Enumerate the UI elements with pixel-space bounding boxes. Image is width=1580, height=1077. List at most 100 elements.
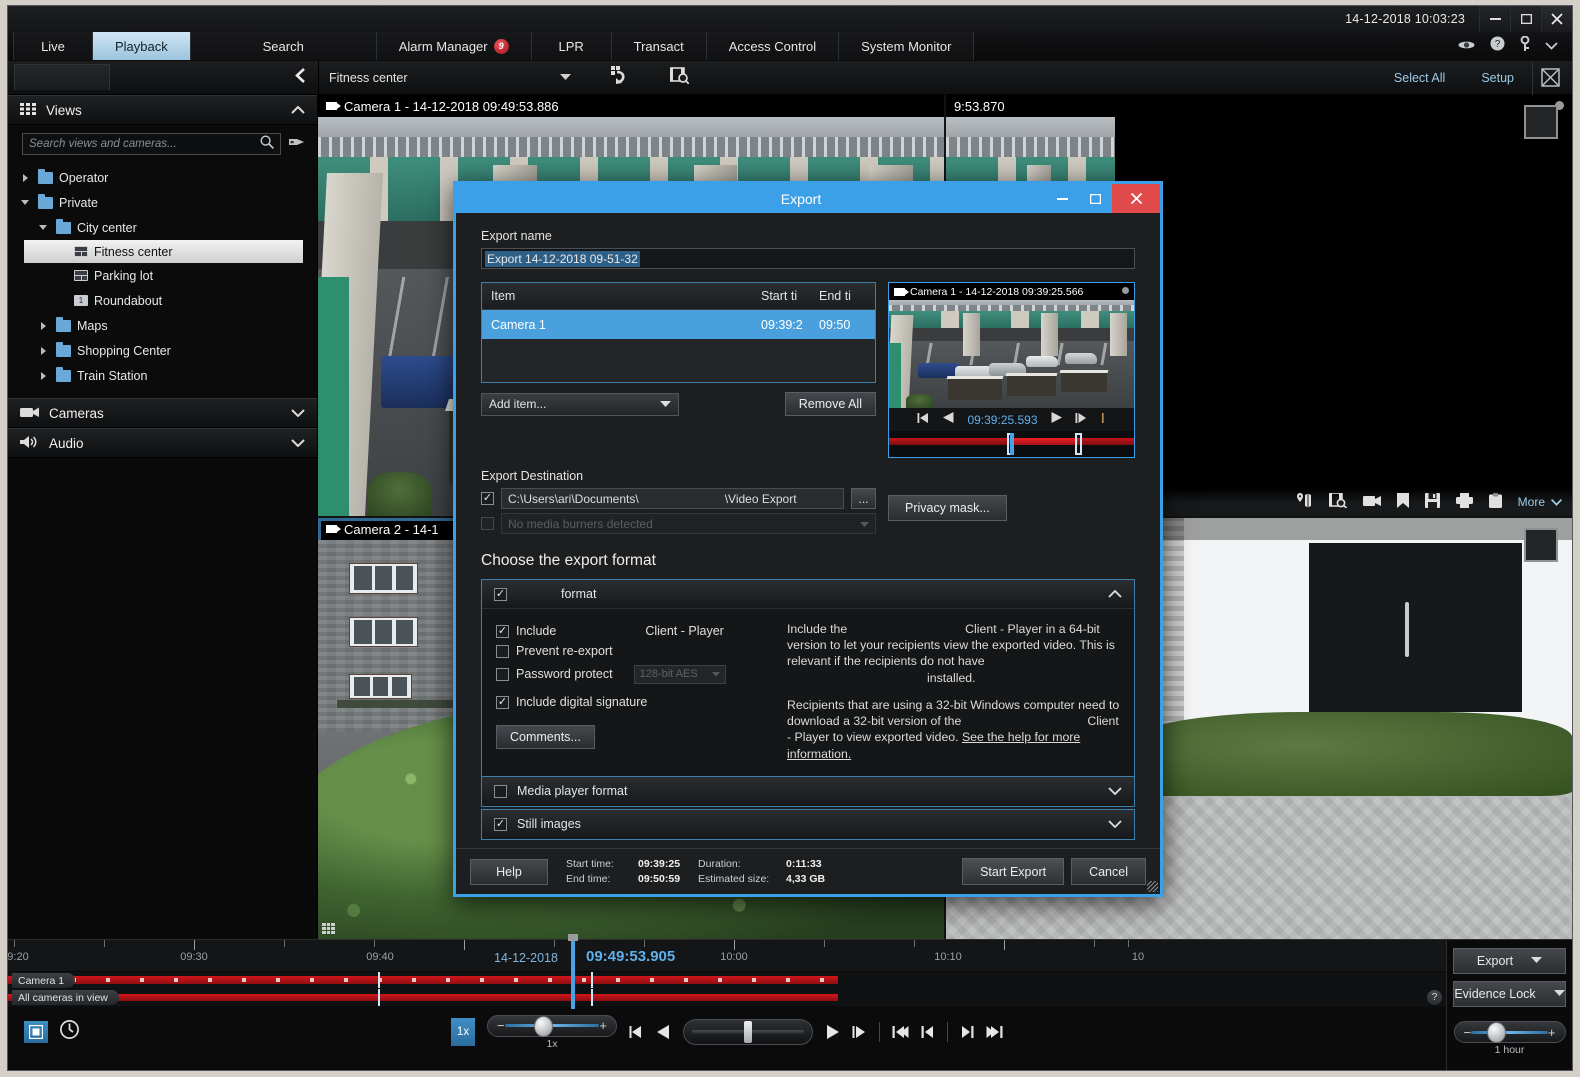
tab-access-control[interactable]: Access Control <box>707 32 839 60</box>
play-button[interactable] <box>825 1024 840 1040</box>
preview-timeline[interactable] <box>889 431 1134 457</box>
save-icon[interactable] <box>1425 493 1440 511</box>
destination-checkbox[interactable] <box>481 492 494 505</box>
timeline-ruler[interactable]: 9:20 09:30 09:40 14-12-2018 09:49:53.905… <box>8 940 1446 972</box>
media-player-checkbox[interactable] <box>494 785 507 798</box>
help-icon[interactable]: ? <box>1490 36 1505 56</box>
privacy-mask-button[interactable]: Privacy mask... <box>888 495 1007 521</box>
jog-knob[interactable] <box>744 1021 752 1043</box>
play-reverse-button[interactable] <box>942 411 955 429</box>
evidence-lock-button[interactable]: Evidence Lock <box>1453 981 1566 1007</box>
record-icon[interactable] <box>1363 495 1381 510</box>
chevron-down-icon[interactable] <box>1108 817 1122 831</box>
chevron-down-icon[interactable] <box>1108 784 1122 798</box>
expand-arrow-icon[interactable] <box>36 372 50 380</box>
prevent-reexport-checkbox[interactable] <box>496 645 509 658</box>
preview-selection-end[interactable] <box>1075 433 1082 455</box>
speed-slider[interactable]: − + <box>487 1015 617 1037</box>
help-button[interactable]: Help <box>470 859 548 885</box>
chevron-down-icon[interactable] <box>291 406 305 420</box>
chevron-down-icon[interactable] <box>1545 37 1558 55</box>
next-sequence-button[interactable] <box>960 1025 974 1039</box>
view-name-dropdown[interactable]: Fitness center <box>329 71 579 85</box>
tree-item-private[interactable]: Private <box>8 190 317 215</box>
timeline-selection[interactable] <box>378 989 593 1006</box>
maximize-icon[interactable] <box>1079 184 1112 213</box>
preview-playhead[interactable] <box>1010 433 1014 455</box>
export-button[interactable]: Export <box>1453 948 1566 974</box>
jog-shuttle[interactable] <box>683 1019 813 1045</box>
chevron-up-icon[interactable] <box>1108 587 1122 601</box>
option-include-player[interactable]: Include Client - Player <box>496 621 771 641</box>
ptz-box-overlay[interactable] <box>1524 105 1558 139</box>
play-forward-slow-button[interactable] <box>852 1025 867 1039</box>
search-input-wrap[interactable] <box>22 133 281 155</box>
format-accordion-header[interactable]: format <box>482 580 1134 609</box>
tab-live[interactable]: Live <box>13 32 93 60</box>
tab-alarm-manager[interactable]: Alarm Manager 9 <box>377 32 532 60</box>
minimize-icon[interactable] <box>1046 184 1079 213</box>
tree-item-operator[interactable]: Operator <box>8 165 317 190</box>
search-video-icon[interactable] <box>670 67 689 89</box>
timeline-playhead[interactable] <box>571 940 575 1009</box>
format-checkbox[interactable] <box>494 588 507 601</box>
collapse-arrow-icon[interactable] <box>36 225 50 230</box>
playback-mode-icon[interactable] <box>24 1021 48 1043</box>
tab-transact[interactable]: Transact <box>612 32 707 60</box>
tree-item-shopping-center[interactable]: Shopping Center <box>8 338 317 363</box>
tree-item-maps[interactable]: Maps <box>8 313 317 338</box>
include-player-checkbox[interactable] <box>496 625 509 638</box>
tree-item-roundabout[interactable]: 1 Roundabout <box>8 288 317 313</box>
minimize-icon[interactable] <box>1479 6 1510 32</box>
tree-item-city-center[interactable]: City center <box>8 215 317 240</box>
eye-icon[interactable] <box>1458 37 1475 55</box>
print-icon[interactable] <box>1456 493 1473 511</box>
select-all-link[interactable]: Select All <box>1376 71 1463 85</box>
cancel-button[interactable]: Cancel <box>1071 858 1146 885</box>
play-button[interactable] <box>1050 411 1063 429</box>
collapse-sidebar-icon[interactable] <box>295 68 306 87</box>
audio-panel-header[interactable]: Audio <box>8 428 317 458</box>
still-images-accordion-header[interactable]: Still images <box>482 810 1134 839</box>
timeline-selection[interactable] <box>378 972 593 988</box>
password-protect-checkbox[interactable] <box>496 668 509 681</box>
slider-knob[interactable] <box>1487 1022 1506 1043</box>
close-icon[interactable] <box>1541 6 1572 32</box>
restore-layout-icon[interactable] <box>611 66 630 89</box>
option-digital-signature[interactable]: Include digital signature <box>496 692 771 712</box>
ptz-box-overlay[interactable] <box>1524 528 1558 562</box>
expand-arrow-icon[interactable] <box>18 174 32 182</box>
tab-lpr[interactable]: LPR <box>532 32 612 60</box>
tree-item-train-station[interactable]: Train Station <box>8 363 317 388</box>
digital-signature-checkbox[interactable] <box>496 696 509 709</box>
search-input[interactable] <box>29 138 260 150</box>
timespan-slider[interactable]: − + <box>1454 1021 1566 1043</box>
end-button[interactable] <box>1100 411 1106 429</box>
option-prevent-reexport[interactable]: Prevent re-export <box>496 641 771 661</box>
timeline-track-all-cameras[interactable]: All cameras in view ? <box>8 989 1446 1007</box>
help-icon[interactable]: ? <box>1427 990 1442 1005</box>
still-images-checkbox[interactable] <box>494 818 507 831</box>
media-player-accordion-header[interactable]: Media player format <box>482 777 1134 806</box>
chevron-up-icon[interactable] <box>291 103 305 117</box>
tag-icon[interactable] <box>288 135 305 154</box>
key-icon[interactable] <box>1520 36 1530 56</box>
next-frame-button[interactable] <box>1075 411 1088 429</box>
setup-link[interactable]: Setup <box>1463 71 1532 85</box>
map-pin-icon[interactable] <box>1296 493 1313 511</box>
play-reverse-button[interactable] <box>656 1024 671 1040</box>
search-icon[interactable] <box>260 135 274 154</box>
tree-item-parking-lot[interactable]: Parking lot <box>8 263 317 288</box>
browse-button[interactable]: ... <box>851 488 876 509</box>
prev-frame-button[interactable] <box>917 411 930 429</box>
option-password-protect[interactable]: Password protect 128-bit AES <box>496 661 771 687</box>
comments-button[interactable]: Comments... <box>496 725 595 749</box>
video-search-icon[interactable] <box>1329 493 1347 511</box>
tab-system-monitor[interactable]: System Monitor <box>839 32 974 60</box>
more-button[interactable]: More <box>1518 495 1562 509</box>
skip-first-button[interactable] <box>892 1025 909 1039</box>
cameras-panel-header[interactable]: Cameras <box>8 398 317 428</box>
slider-knob[interactable] <box>534 1016 553 1037</box>
add-item-dropdown[interactable]: Add item... <box>481 393 679 416</box>
tree-item-fitness-center[interactable]: Fitness center <box>24 240 303 263</box>
